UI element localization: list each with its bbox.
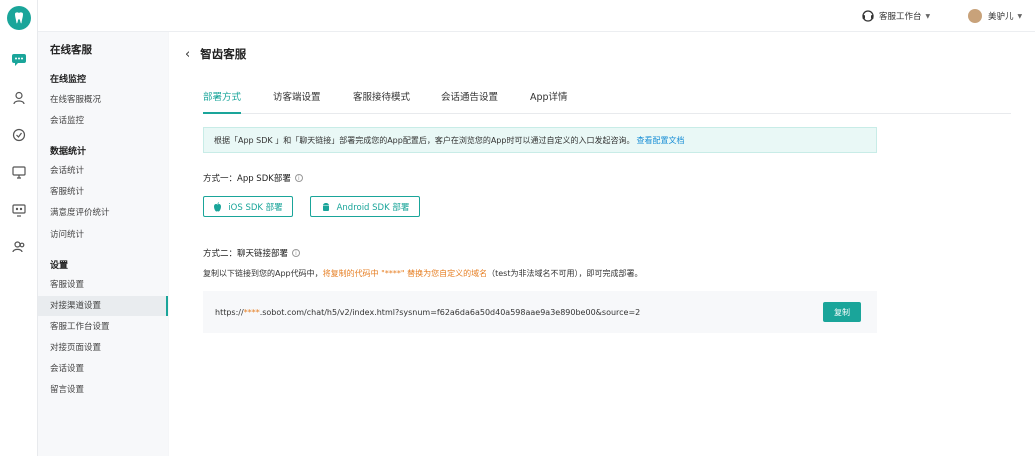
headset-icon [862,10,874,22]
tab-announcement[interactable]: 会话通告设置 [441,84,498,114]
secondary-nav: 在线客服 在线监控 在线客服概况 会话监控 数据统计 会话统计 客服统计 满意度… [38,32,168,456]
nav-section-monitor: 在线监控 [50,75,87,85]
tab-visitor-settings[interactable]: 访客端设置 [273,84,321,114]
nav-item-overview[interactable]: 在线客服概况 [38,90,168,110]
page-header: ‹ 智齿客服 [185,46,246,62]
nav-section-stats: 数据统计 [50,147,87,157]
tab-app-details[interactable]: App详情 [530,84,568,114]
agent-icon[interactable] [9,88,29,108]
tab-reception-mode[interactable]: 客服接待模式 [353,84,410,114]
nav-item-session-monitor[interactable]: 会话监控 [38,111,168,131]
android-sdk-label: Android SDK 部署 [336,202,410,213]
desc-suffix: （test为非法域名不可用），即可完成部署。 [487,269,643,278]
nav-item-message-settings[interactable]: 留言设置 [38,380,168,400]
nav-item-session-settings[interactable]: 会话设置 [38,359,168,379]
url-prefix: https:// [215,307,244,317]
screen-chat-icon[interactable] [9,200,29,220]
chat-icon[interactable] [9,50,29,70]
copy-button[interactable]: 复制 [823,302,861,322]
android-icon [322,202,329,211]
top-bar: 客服工作台 ▼ 美驴儿 ▼ [38,0,1035,32]
url-stars: **** [243,307,260,317]
avatar [968,9,982,23]
ios-sdk-button[interactable]: iOS SDK 部署 [203,196,293,217]
workbench-label: 客服工作台 [879,12,922,22]
nav-item-workbench-settings[interactable]: 客服工作台设置 [38,317,168,337]
workbench-menu[interactable]: 客服工作台 ▼ [862,0,930,32]
caret-down-icon: ▼ [925,12,931,20]
main-content: ‹ 智齿客服 部署方式 访客端设置 客服接待模式 会话通告设置 App详情 根据… [169,32,1035,456]
tab-bar: 部署方式 访客端设置 客服接待模式 会话通告设置 App详情 [203,84,1011,114]
nav-item-session-stats[interactable]: 会话统计 [38,161,168,181]
url-rest: .sobot.com/chat/h5/v2/index.html?sysnum=… [259,307,641,317]
info-notice: 根据「App SDK 」和「聊天链接」部署完成您的App配置后，客户在浏览您的A… [203,127,877,153]
ios-sdk-label: iOS SDK 部署 [228,202,283,213]
app-logo[interactable] [7,6,31,30]
nav-item-visit-stats[interactable]: 访问统计 [38,225,168,245]
nav-title: 在线客服 [50,44,92,56]
nav-item-satisfaction-stats[interactable]: 满意度评价统计 [38,203,168,223]
desc-prefix: 复制以下链接到您的App代码中， [203,269,323,278]
apple-icon [214,201,222,211]
users-icon[interactable] [9,237,29,257]
notice-text: 根据「App SDK 」和「聊天链接」部署完成您的App配置后，客户在浏览您的A… [214,135,635,145]
info-icon[interactable]: i [292,249,301,257]
monitor-icon[interactable] [9,162,29,182]
icon-rail [0,0,38,456]
nav-section-settings: 设置 [50,261,69,271]
tab-deploy[interactable]: 部署方式 [203,84,242,114]
nav-item-agent-stats[interactable]: 客服统计 [38,182,168,202]
nav-item-channel-settings[interactable]: 对接渠道设置 [38,296,168,316]
config-doc-link[interactable]: 查看配置文档 [636,135,684,146]
user-name: 美驴儿 [988,12,1014,22]
method1-label-text: 方式一：App SDK部署 [203,174,291,184]
info-icon[interactable]: i [294,174,303,182]
method2-label-text: 方式二：聊天链接部署 [203,249,289,259]
nav-item-page-settings[interactable]: 对接页面设置 [38,338,168,358]
back-arrow-icon[interactable]: ‹ [185,47,190,62]
method1-label: 方式一：App SDK部署 i [203,172,303,184]
method2-description: 复制以下链接到您的App代码中，将复制的代码中 "****" 替换为您自定义的域… [203,268,642,279]
chat-link-box[interactable]: https://**** .sobot.com/chat/h5/v2/index.… [203,291,877,333]
caret-down-icon: ▼ [1017,12,1023,20]
page-title: 智齿客服 [200,47,247,61]
clock-icon[interactable] [9,125,29,145]
nav-item-agent-settings[interactable]: 客服设置 [38,275,168,295]
tooth-logo-icon [15,12,23,24]
user-menu[interactable]: 美驴儿 ▼ [968,0,1022,32]
method2-label: 方式二：聊天链接部署 i [203,247,301,259]
android-sdk-button[interactable]: Android SDK 部署 [310,196,420,217]
desc-warning: 将复制的代码中 "****" 替换为您自定义的域名 [322,269,488,278]
